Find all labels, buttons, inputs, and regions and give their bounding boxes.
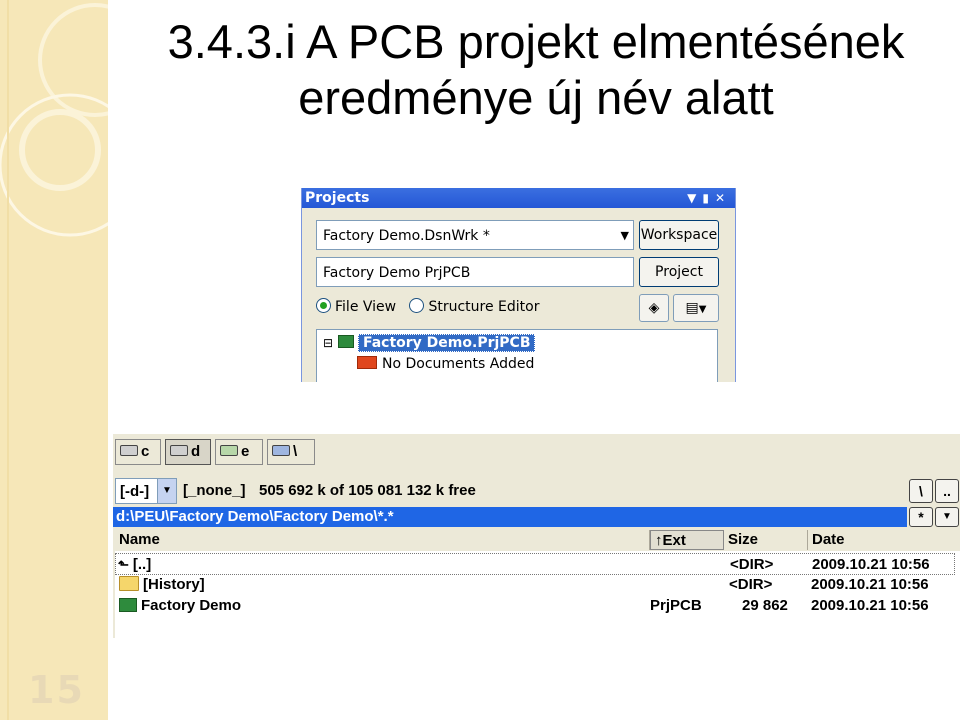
drive-icon — [120, 445, 138, 456]
drive-label: \ — [293, 443, 298, 460]
tree-item-no-documents: No Documents Added — [357, 354, 534, 374]
folder-red-icon — [357, 356, 377, 369]
filter-star-button[interactable]: * — [909, 507, 933, 527]
pcb-project-icon — [337, 335, 354, 348]
project-field[interactable]: Factory Demo PrjPCB — [316, 257, 634, 287]
projects-panel: Projects ▼▮✕ Factory Demo.DsnWrk * ▼ Wor… — [301, 188, 736, 382]
view-radio-group: File View Structure Editor — [316, 298, 539, 315]
drive-select[interactable]: [-d-] ▼ — [115, 478, 177, 504]
decorative-sidebar: 15 — [0, 0, 108, 720]
drive-label: c — [141, 443, 150, 460]
projects-panel-title: Projects — [305, 190, 370, 206]
slide-title-line1: 3.4.3.i A PCB projekt elmentésének — [167, 15, 905, 68]
project-button[interactable]: Project — [639, 257, 719, 287]
tree-item-project[interactable]: ⊟ Factory Demo.PrjPCB — [323, 333, 536, 353]
panel-controls: ▼▮✕ — [687, 188, 731, 208]
radio-file-view-label: File View — [335, 299, 397, 315]
network-icon — [272, 445, 290, 456]
dropdown-arrow-icon: ▼ — [698, 304, 707, 315]
parent-dir-button[interactable]: .. — [935, 479, 959, 503]
radio-file-view[interactable] — [316, 298, 331, 313]
dropdown-arrow-icon: ▼ — [942, 511, 952, 522]
history-dropdown-button[interactable]: ▼ — [935, 507, 959, 527]
folder-icon — [119, 576, 139, 591]
file-size: 29 862 — [742, 597, 788, 614]
drive-select-value: [-d-] — [120, 483, 150, 500]
volume-label: [_none_] — [183, 482, 246, 499]
slide-title: 3.4.3.i A PCB projekt elmentésének eredm… — [112, 14, 960, 126]
current-path-bar: d:\PEU\Factory Demo\Factory Demo\*.* — [113, 507, 907, 527]
network-drive-icon — [220, 445, 238, 456]
panel-close-icon[interactable]: ✕ — [715, 191, 731, 205]
tree-child-label: No Documents Added — [382, 356, 535, 372]
drive-button-network[interactable]: \ — [267, 439, 315, 465]
file-name: Factory Demo — [119, 595, 241, 617]
drive-select-arrow-icon[interactable]: ▼ — [157, 478, 177, 504]
file-row[interactable]: ⬑ [..] <DIR> 2009.10.21 10:56 — [115, 553, 955, 575]
file-row[interactable]: [History] <DIR> 2009.10.21 10:56 — [115, 574, 955, 596]
drive-button-e[interactable]: e — [215, 439, 263, 465]
pcb-project-icon — [119, 598, 137, 612]
radio-structure-editor-label: Structure Editor — [428, 299, 540, 315]
drive-label: d — [191, 443, 201, 460]
slide-number: 15 — [28, 668, 85, 712]
document-options-button[interactable]: ▤▼ — [673, 294, 719, 322]
workspace-combo[interactable]: Factory Demo.DsnWrk * ▼ — [316, 220, 634, 250]
panel-menu-icon[interactable]: ▼ — [687, 191, 702, 205]
sidebar-circles-decoration — [0, 0, 108, 720]
column-header-date[interactable]: Date — [808, 530, 958, 550]
collapse-icon[interactable]: ⊟ — [323, 336, 333, 350]
drive-button-c[interactable]: c — [115, 439, 161, 465]
column-header-ext[interactable]: ↑Ext — [650, 530, 724, 550]
file-name: [History] — [119, 574, 205, 596]
file-date: 2009.10.21 10:56 — [811, 597, 929, 614]
tree-project-label: Factory Demo.PrjPCB — [357, 334, 536, 352]
slide-title-line2: eredménye új név alatt — [298, 71, 774, 124]
workspace-combo-value: Factory Demo.DsnWrk * — [323, 228, 490, 244]
free-space-text: 505 692 k of 105 081 132 k free — [259, 482, 476, 499]
projects-panel-header: Projects ▼▮✕ — [302, 188, 735, 208]
root-dir-button[interactable]: \ — [909, 479, 933, 503]
layers-icon-button[interactable]: ◈ — [639, 294, 669, 322]
panel-pin-icon[interactable]: ▮ — [702, 191, 715, 205]
file-date: 2009.10.21 10:56 — [812, 556, 930, 573]
radio-structure-editor[interactable] — [409, 298, 425, 313]
project-tree: ⊟ Factory Demo.PrjPCB No Documents Added — [316, 329, 718, 382]
document-icon: ▤ — [685, 300, 699, 316]
combo-arrow-icon[interactable]: ▼ — [621, 221, 629, 251]
drive-icon — [170, 445, 188, 456]
drive-info-row: [-d-] ▼ [_none_] 505 692 k of 105 081 13… — [113, 478, 960, 504]
file-row[interactable]: Factory Demo PrjPCB 29 862 2009.10.21 10… — [115, 595, 955, 617]
project-field-value: Factory Demo PrjPCB — [323, 265, 471, 281]
column-header-size[interactable]: Size — [724, 530, 808, 550]
file-ext: PrjPCB — [650, 597, 702, 614]
file-name: ⬑ [..] — [118, 554, 151, 576]
file-list: ⬑ [..] <DIR> 2009.10.21 10:56 [History] <… — [115, 551, 960, 638]
file-date: 2009.10.21 10:56 — [811, 576, 929, 593]
column-header-name[interactable]: Name — [115, 530, 650, 550]
workspace-button[interactable]: Workspace — [639, 220, 719, 250]
up-folder-icon: ⬑ — [118, 557, 129, 572]
file-size: <DIR> — [730, 556, 774, 573]
drive-label: e — [241, 443, 250, 460]
file-manager-panel: c d e \ [-d-] ▼ [_none_] 505 692 k of 10… — [113, 434, 960, 638]
file-size: <DIR> — [729, 576, 773, 593]
drive-button-d[interactable]: d — [165, 439, 211, 465]
